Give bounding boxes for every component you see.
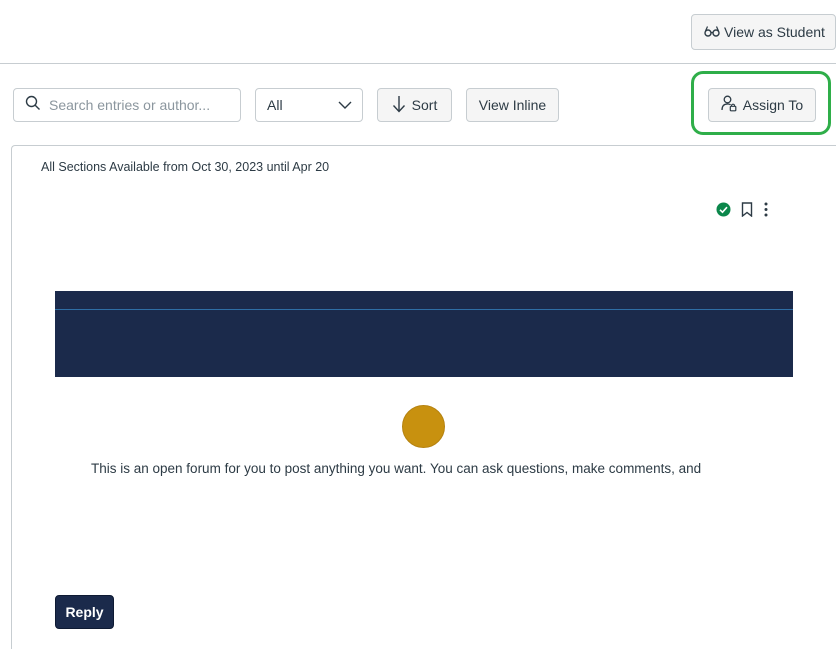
search-icon — [25, 95, 41, 116]
filter-select[interactable]: All — [255, 88, 363, 122]
discussion-topic-card — [11, 145, 836, 649]
view-as-student-button[interactable]: View as Student — [691, 14, 836, 50]
published-check-icon[interactable] — [716, 202, 731, 217]
assign-to-button[interactable]: Assign To — [708, 88, 816, 122]
post-actions — [716, 202, 769, 217]
kebab-menu-icon[interactable] — [763, 202, 769, 217]
assign-to-label: Assign To — [742, 97, 804, 113]
view-inline-button[interactable]: View Inline — [466, 88, 559, 122]
search-input[interactable] — [49, 97, 229, 113]
header-divider — [0, 63, 836, 64]
filter-selected-value: All — [267, 97, 283, 113]
user-lock-icon — [721, 95, 737, 115]
bookmark-icon[interactable] — [741, 202, 753, 217]
decorative-circle-image — [402, 405, 445, 448]
banner-image — [55, 291, 793, 377]
reply-button[interactable]: Reply — [55, 595, 114, 629]
discussion-page: View as Student All Sort View In — [0, 0, 836, 649]
view-as-student-label: View as Student — [724, 24, 825, 40]
chevron-down-icon — [338, 97, 352, 113]
sort-label: Sort — [411, 97, 438, 113]
view-inline-label: View Inline — [478, 97, 547, 113]
banner-divider-line — [55, 309, 793, 310]
reply-label: Reply — [65, 604, 104, 620]
availability-text: All Sections Available from Oct 30, 2023… — [41, 160, 330, 174]
search-field[interactable] — [13, 88, 241, 122]
arrow-down-icon — [392, 95, 406, 116]
glasses-icon — [704, 24, 720, 40]
topic-message: This is an open forum for you to post an… — [91, 461, 702, 476]
sort-button[interactable]: Sort — [377, 88, 452, 122]
